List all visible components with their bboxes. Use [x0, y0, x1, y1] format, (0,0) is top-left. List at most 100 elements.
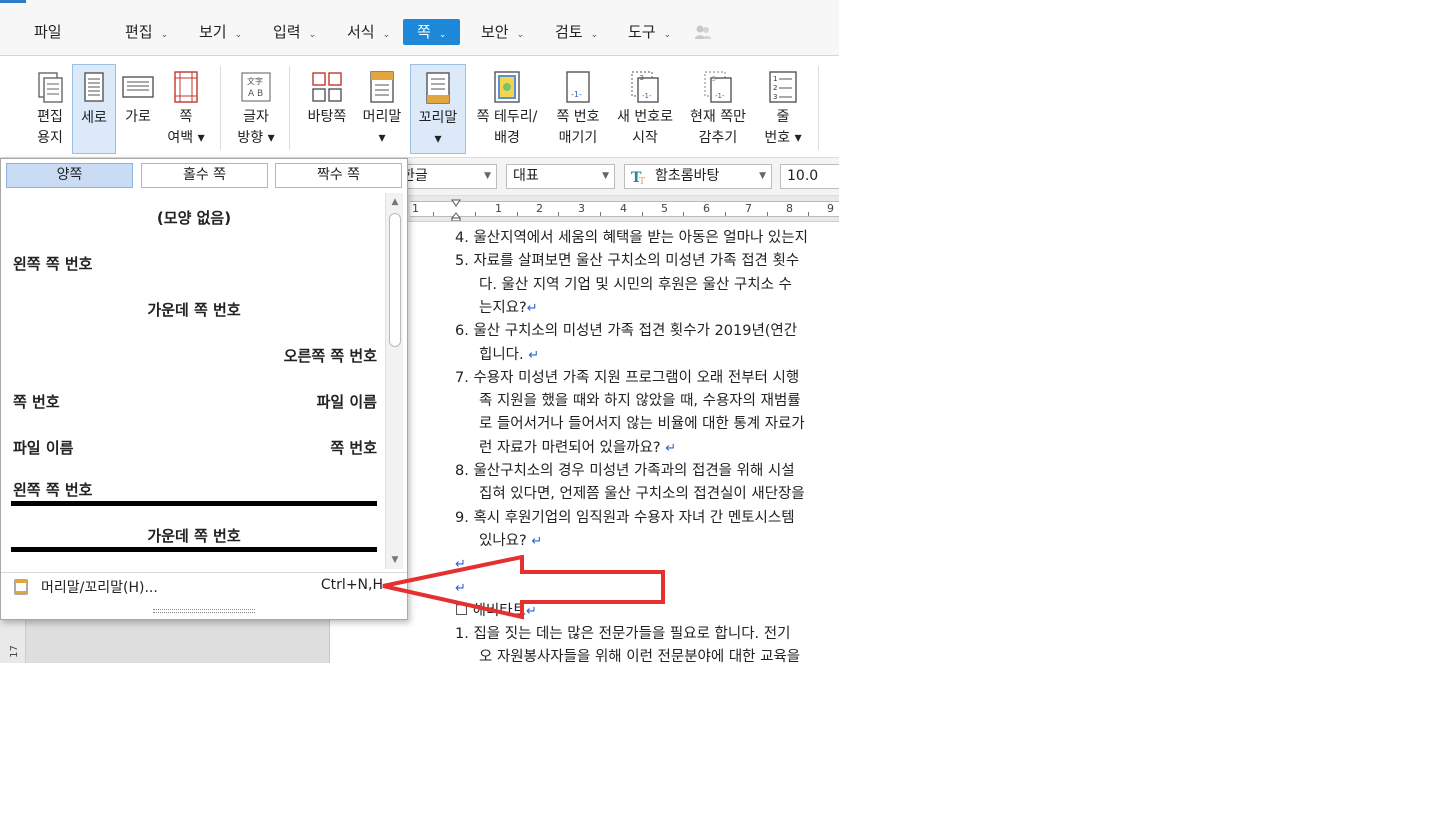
ribbon-label: 여백 ▾ — [167, 130, 205, 146]
svg-text:-3-: -3- — [709, 75, 719, 83]
document-line-text: 4. 울산지역에서 세움의 혜택을 받는 아동은 얼마나 있는지 — [455, 230, 808, 246]
option-center-text: 가운데 쪽 번호 — [147, 527, 241, 545]
ribbon-label: 번호 ▾ — [764, 130, 802, 146]
ribbon-label: 글자 — [243, 109, 269, 125]
paragraph-return-icon: ↵ — [528, 347, 540, 363]
footer-button[interactable]: 꼬리말 ▾ — [410, 64, 466, 154]
document-line-text: 6. 울산 구치소의 미성년 가족 접견 횟수가 2019년(연간 — [455, 323, 798, 340]
new-number-button[interactable]: -3- -1- 새 번호로 시작 — [612, 64, 678, 154]
chevron-down-icon: ⌄ — [438, 30, 447, 40]
document-line-text: 5. 자료를 살펴보면 울산 구치소의 미성년 가족 접견 횟수 — [455, 253, 800, 270]
svg-text:-1-: -1- — [571, 90, 582, 99]
menu-page[interactable]: 쪽 ⌄ — [403, 19, 460, 45]
text-direction-icon: 文字 A B — [241, 72, 271, 102]
document-line: 런 자료가 마련되어 있을까요? ↵ — [479, 436, 676, 460]
menu-label: 보기 — [199, 23, 227, 41]
ribbon-toolbar: 편집 용지 세로 가로 쪽 여백 ▾ 文字 A B 글자 방향 ▾ 바탕쪽 머리… — [0, 56, 839, 158]
header-button[interactable]: 머리말 ▾ — [358, 64, 406, 154]
window-accent — [0, 0, 26, 3]
indent-marker[interactable] — [451, 199, 461, 221]
document-line: 8. 울산구치소의 경우 미성년 가족과의 접견을 위해 시설 — [455, 459, 795, 483]
text-direction-button[interactable]: 文字 A B 글자 방향 ▾ — [233, 64, 279, 154]
ribbon-label: 현재 쪽만 — [690, 109, 746, 125]
collaboration-icon[interactable] — [694, 24, 712, 40]
page-border-icon — [494, 71, 520, 103]
menu-label: 쪽 — [417, 23, 431, 41]
menu-view[interactable]: 보기 ⌄ — [193, 19, 248, 45]
footer-option-left-number[interactable]: 왼쪽 쪽 번호 — [3, 239, 385, 285]
ruler-tick — [600, 212, 601, 216]
paragraph-return-icon: ↵ — [526, 300, 538, 316]
document-line-text: 8. 울산구치소의 경우 미성년 가족과의 접견을 위해 시설 — [455, 463, 795, 479]
page-number-button[interactable]: -1- 쪽 번호 매기기 — [551, 64, 605, 154]
tab-odd-pages[interactable]: 홀수 쪽 — [141, 163, 268, 188]
shortcut-label: Ctrl+N,H — [320, 577, 383, 593]
menu-review[interactable]: 검토 ⌄ — [549, 19, 604, 45]
ribbon-label: 세로 — [81, 110, 107, 126]
option-right-text: 파일 이름 — [316, 393, 377, 411]
menu-tools[interactable]: 도구 ⌄ — [622, 19, 677, 45]
footer-option-number-filename[interactable]: 쪽 번호 파일 이름 — [3, 377, 385, 423]
document-line-text: 9. 혹시 후원기업의 임직원과 수용자 자녀 간 멘토시스템 — [455, 509, 795, 526]
ribbon-separator — [220, 66, 221, 150]
portrait-button[interactable]: 세로 — [72, 64, 116, 154]
ruler-number: 3 — [578, 202, 585, 215]
ribbon-label: 머리말 — [362, 109, 402, 125]
font-value: 함초롬바탕 — [655, 168, 720, 184]
chevron-down-icon: ⌄ — [382, 30, 391, 40]
page-setup-button[interactable]: 편집 용지 — [29, 64, 71, 154]
ribbon-label: 편집 — [37, 109, 63, 125]
menu-edit[interactable]: 편집 ⌄ — [119, 19, 174, 45]
document-line: 는지요?↵ — [479, 296, 538, 320]
ruler-tick — [517, 212, 518, 216]
ruler-number: 1 — [495, 202, 502, 215]
style-select[interactable]: 대표 ▼ — [506, 164, 615, 189]
menu-label: 서식 — [347, 23, 375, 41]
page-border-button[interactable]: 쪽 테두리/ 배경 — [470, 64, 544, 154]
ribbon-label: 감추기 — [698, 130, 738, 146]
line-number-icon: 1 2 3 — [769, 71, 797, 103]
master-page-button[interactable]: 바탕쪽 — [303, 64, 351, 154]
header-footer-menu-item[interactable]: 머리말/꼬리말(H)... Ctrl+N,H — [1, 572, 407, 600]
menu-item-label: 머리말/꼬리말(H)... — [41, 580, 158, 596]
tab-both-pages[interactable]: 양쪽 — [6, 163, 133, 188]
option-left-text: 왼쪽 쪽 번호 — [13, 255, 93, 273]
footer-option-center-number[interactable]: 가운데 쪽 번호 — [3, 285, 385, 331]
footer-option-none[interactable]: (모양 없음) — [3, 193, 385, 239]
font-size-input[interactable]: 10.0 — [780, 164, 839, 189]
ribbon-separator — [289, 66, 290, 150]
scroll-up-icon[interactable]: ▲ — [386, 193, 404, 211]
menu-label: 입력 — [273, 23, 301, 41]
document-line-text: 런 자료가 마련되어 있을까요? — [479, 439, 666, 456]
page-margin-button[interactable]: 쪽 여백 ▾ — [163, 64, 209, 154]
menu-format[interactable]: 서식 ⌄ — [341, 19, 396, 45]
footer-option-left-number-line[interactable]: 왼쪽 쪽 번호 — [3, 469, 385, 515]
page-setup-icon — [38, 72, 63, 103]
dropdown-scrollbar[interactable]: ▲ ▼ — [385, 193, 403, 569]
landscape-button[interactable]: 가로 — [118, 64, 158, 154]
menu-label: 파일 — [34, 23, 62, 41]
svg-text:-1-: -1- — [642, 92, 652, 100]
line-number-button[interactable]: 1 2 3 줄 번호 ▾ — [760, 64, 806, 154]
resize-grip[interactable] — [153, 609, 255, 613]
language-select[interactable]: 한글 ▼ — [395, 164, 497, 189]
svg-text:T: T — [639, 177, 645, 185]
svg-text:1: 1 — [773, 75, 777, 83]
font-select[interactable]: T T 함초롬바탕 ▼ — [624, 164, 772, 189]
footer-option-filename-number[interactable]: 파일 이름 쪽 번호 — [3, 423, 385, 469]
menu-insert[interactable]: 입력 ⌄ — [267, 19, 322, 45]
hide-current-page-button[interactable]: -3- -1- 현재 쪽만 감추기 — [685, 64, 751, 154]
menu-security[interactable]: 보안 ⌄ — [475, 19, 530, 45]
tab-even-pages[interactable]: 짝수 쪽 — [275, 163, 402, 188]
ribbon-label: 매기기 — [558, 130, 598, 146]
ribbon-label: 바탕쪽 — [307, 109, 347, 125]
option-right-text: 오른쪽 쪽 번호 — [283, 347, 377, 365]
scroll-thumb[interactable] — [389, 213, 401, 347]
document-line: 오 자원봉사자들을 위해 이런 전문분야에 대한 교육을 — [479, 645, 800, 663]
menu-file[interactable]: 파일 — [28, 19, 68, 45]
footer-option-center-number-line[interactable]: 가운데 쪽 번호 — [3, 515, 385, 561]
ruler-tick — [433, 212, 434, 216]
footer-option-right-number[interactable]: 오른쪽 쪽 번호 — [3, 331, 385, 377]
ruler-tick — [725, 212, 726, 216]
document-line: 7. 수용자 미성년 가족 지원 프로그램이 오래 전부터 시행 — [455, 366, 799, 390]
